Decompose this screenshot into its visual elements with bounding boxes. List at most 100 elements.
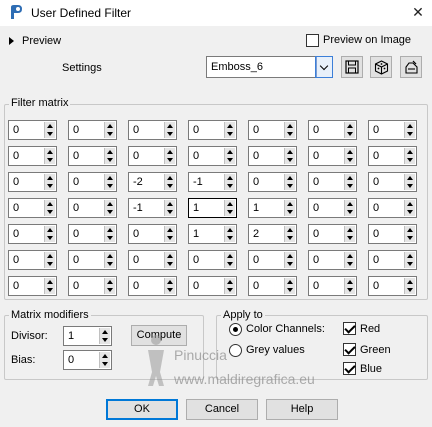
spin-arrows-icon[interactable] — [284, 174, 295, 190]
spin-arrows-icon[interactable] — [44, 122, 55, 138]
preview-on-image-checkbox[interactable] — [306, 34, 319, 47]
spin-arrows-icon[interactable] — [284, 122, 295, 138]
spin-arrows-icon[interactable] — [344, 200, 355, 216]
spin-arrows-icon[interactable] — [224, 226, 235, 242]
matrix-cell-spinner[interactable]: 0 — [308, 250, 357, 270]
matrix-cell-spinner[interactable]: 0 — [128, 146, 177, 166]
spin-arrows-icon[interactable] — [164, 200, 175, 216]
spin-arrows-icon[interactable] — [344, 252, 355, 268]
matrix-cell-spinner[interactable]: 0 — [368, 250, 417, 270]
matrix-cell-spinner[interactable]: -1 — [128, 198, 177, 218]
spin-arrows-icon[interactable] — [404, 148, 415, 164]
matrix-cell-spinner[interactable]: 0 — [8, 276, 57, 296]
save-preset-button[interactable] — [341, 56, 363, 78]
spin-arrows-icon[interactable] — [164, 148, 175, 164]
spin-arrows-icon[interactable] — [44, 252, 55, 268]
spin-arrows-icon[interactable] — [224, 122, 235, 138]
matrix-cell-spinner[interactable]: -2 — [128, 172, 177, 192]
matrix-cell-spinner[interactable]: 0 — [68, 276, 117, 296]
spin-arrows-icon[interactable] — [404, 278, 415, 294]
spin-arrows-icon[interactable] — [344, 148, 355, 164]
cancel-button[interactable]: Cancel — [186, 399, 258, 420]
matrix-cell-spinner[interactable]: 0 — [128, 276, 177, 296]
matrix-cell-spinner[interactable]: 0 — [188, 146, 237, 166]
matrix-cell-spinner[interactable]: 0 — [368, 198, 417, 218]
matrix-cell-spinner[interactable]: 0 — [368, 224, 417, 244]
bias-spinner[interactable]: 0 — [63, 350, 112, 370]
matrix-cell-spinner[interactable]: 0 — [8, 172, 57, 192]
spin-arrows-icon[interactable] — [284, 226, 295, 242]
spin-arrows-icon[interactable] — [404, 252, 415, 268]
matrix-cell-spinner[interactable]: 0 — [128, 120, 177, 140]
spin-arrows-icon[interactable] — [44, 174, 55, 190]
spin-arrows-icon[interactable] — [44, 278, 55, 294]
spin-arrows-icon[interactable] — [344, 226, 355, 242]
matrix-cell-spinner[interactable]: 0 — [8, 250, 57, 270]
spin-arrows-icon[interactable] — [224, 252, 235, 268]
matrix-cell-spinner[interactable]: 2 — [248, 224, 297, 244]
channel-red-checkbox[interactable] — [343, 322, 356, 335]
matrix-cell-spinner[interactable]: 1 — [248, 198, 297, 218]
matrix-cell-spinner[interactable]: 0 — [188, 276, 237, 296]
spin-arrows-icon[interactable] — [164, 252, 175, 268]
matrix-cell-spinner[interactable]: 0 — [68, 224, 117, 244]
matrix-cell-spinner[interactable]: 0 — [8, 198, 57, 218]
spin-arrows-icon[interactable] — [404, 122, 415, 138]
spin-arrows-icon[interactable] — [404, 200, 415, 216]
compute-button[interactable]: Compute — [131, 325, 187, 346]
matrix-cell-spinner[interactable]: 0 — [308, 172, 357, 192]
channel-blue-checkbox[interactable] — [343, 362, 356, 375]
chevron-down-icon[interactable] — [315, 56, 333, 78]
spin-arrows-icon[interactable] — [224, 278, 235, 294]
spin-arrows-icon[interactable] — [164, 278, 175, 294]
spin-arrows-icon[interactable] — [164, 122, 175, 138]
close-icon[interactable]: ✕ — [408, 2, 428, 22]
spin-arrows-icon[interactable] — [344, 174, 355, 190]
spin-arrows-icon[interactable] — [404, 174, 415, 190]
matrix-cell-spinner[interactable]: 0 — [188, 250, 237, 270]
matrix-cell-spinner[interactable]: 0 — [68, 120, 117, 140]
matrix-cell-spinner[interactable]: 0 — [368, 172, 417, 192]
color-channels-radio[interactable] — [229, 323, 242, 336]
spin-arrows-icon[interactable] — [284, 278, 295, 294]
grey-values-radio[interactable] — [229, 344, 242, 357]
matrix-cell-spinner[interactable]: 0 — [128, 224, 177, 244]
spin-arrows-icon[interactable] — [44, 226, 55, 242]
preview-toggle[interactable]: Preview — [9, 34, 61, 48]
spin-arrows-icon[interactable] — [104, 278, 115, 294]
matrix-cell-spinner[interactable]: 0 — [8, 120, 57, 140]
matrix-cell-spinner[interactable]: 0 — [8, 146, 57, 166]
spin-arrows-icon[interactable] — [344, 278, 355, 294]
matrix-cell-spinner[interactable]: 0 — [248, 120, 297, 140]
matrix-cell-spinner[interactable]: 0 — [308, 120, 357, 140]
matrix-cell-spinner[interactable]: 1 — [188, 224, 237, 244]
spin-arrows-icon[interactable] — [104, 174, 115, 190]
matrix-cell-spinner[interactable]: 0 — [68, 172, 117, 192]
spin-arrows-icon[interactable] — [404, 226, 415, 242]
divisor-spinner[interactable]: 1 — [63, 326, 112, 346]
spin-arrows-icon[interactable] — [104, 252, 115, 268]
spin-arrows-icon[interactable] — [99, 328, 110, 344]
spin-arrows-icon[interactable] — [104, 200, 115, 216]
matrix-cell-spinner[interactable]: 0 — [308, 224, 357, 244]
spin-arrows-icon[interactable] — [104, 148, 115, 164]
matrix-cell-spinner[interactable]: 0 — [308, 146, 357, 166]
matrix-cell-spinner[interactable]: 1 — [188, 198, 237, 218]
help-button[interactable]: Help — [266, 399, 338, 420]
matrix-cell-spinner[interactable]: 0 — [68, 198, 117, 218]
spin-arrows-icon[interactable] — [284, 148, 295, 164]
matrix-cell-spinner[interactable]: 0 — [368, 120, 417, 140]
matrix-cell-spinner[interactable]: 0 — [68, 250, 117, 270]
spin-arrows-icon[interactable] — [164, 174, 175, 190]
spin-arrows-icon[interactable] — [224, 148, 235, 164]
matrix-cell-spinner[interactable]: 0 — [8, 224, 57, 244]
spin-arrows-icon[interactable] — [44, 148, 55, 164]
ok-button[interactable]: OK — [106, 399, 178, 420]
spin-arrows-icon[interactable] — [164, 226, 175, 242]
spin-arrows-icon[interactable] — [44, 200, 55, 216]
spin-arrows-icon[interactable] — [104, 122, 115, 138]
matrix-cell-spinner[interactable]: 0 — [248, 250, 297, 270]
matrix-cell-spinner[interactable]: 0 — [248, 276, 297, 296]
matrix-cell-spinner[interactable]: 0 — [308, 198, 357, 218]
matrix-cell-spinner[interactable]: 0 — [368, 276, 417, 296]
